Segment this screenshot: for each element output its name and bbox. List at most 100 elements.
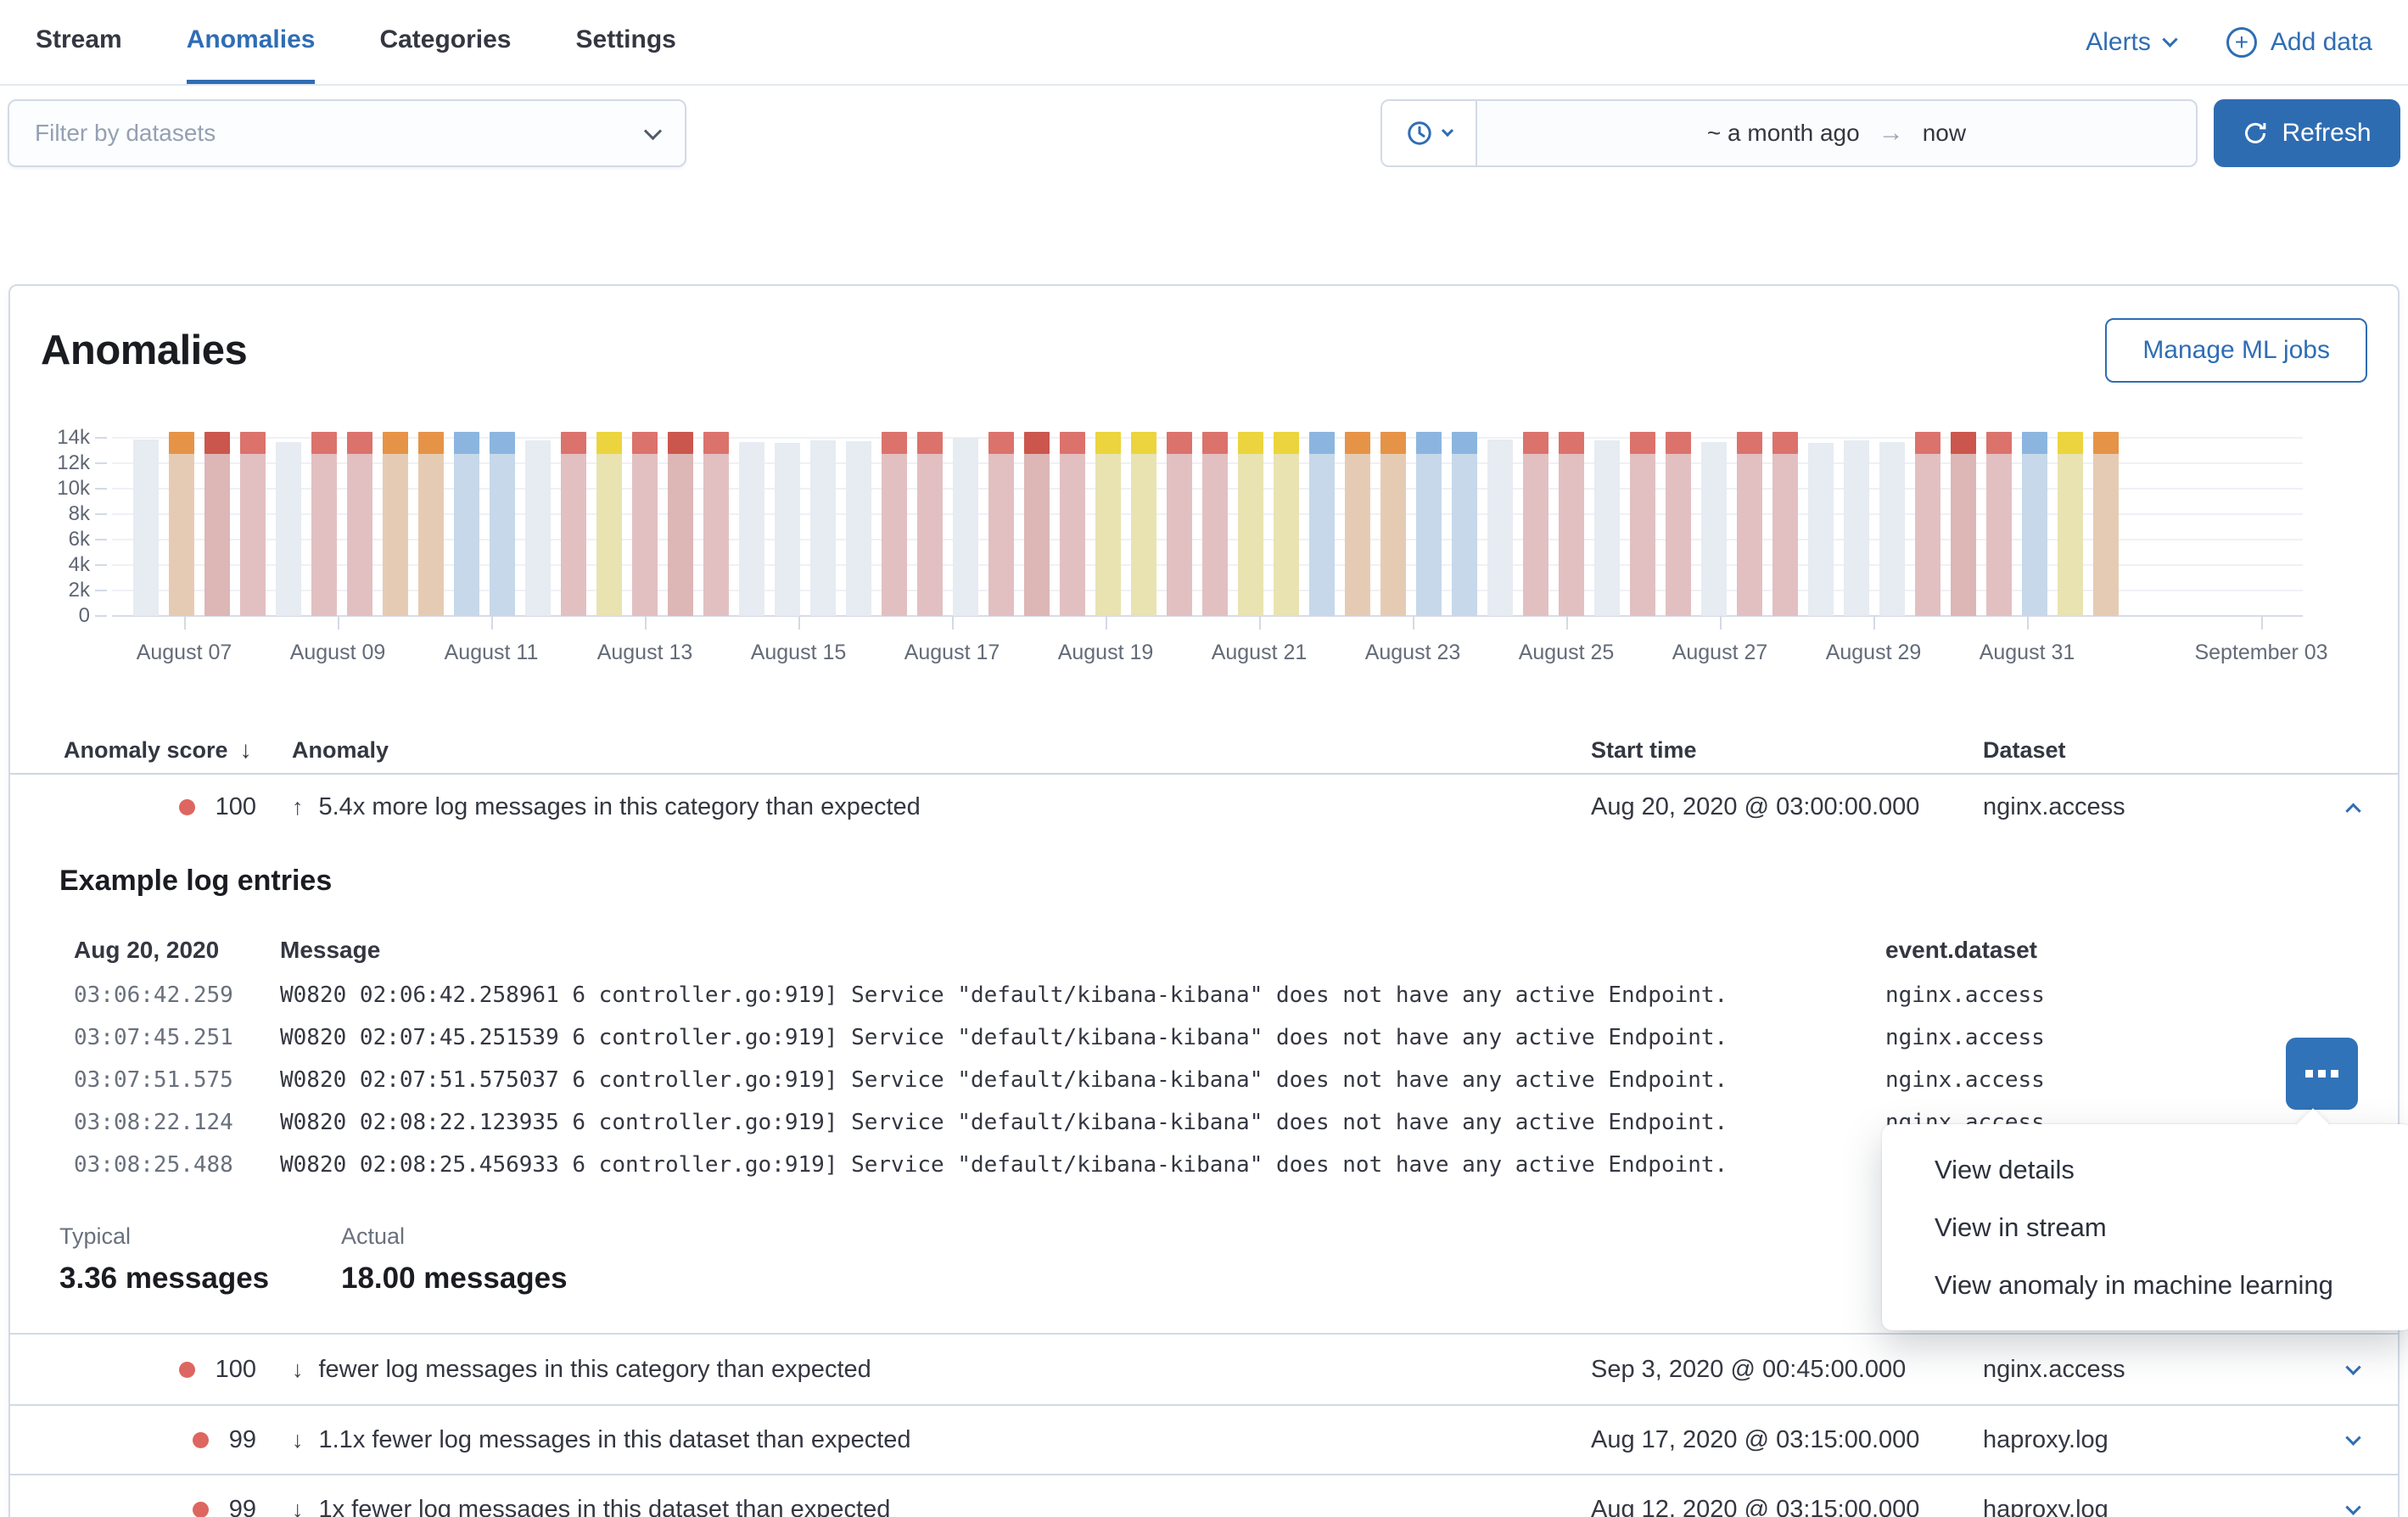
dataset-cell: haproxy.log	[1983, 1496, 2308, 1517]
start-time-cell: Sep 3, 2020 @ 00:45:00.000	[1591, 1356, 1983, 1384]
date-range-start[interactable]: ~ a month ago	[1707, 120, 1860, 147]
anomaly-cap	[1523, 432, 1548, 454]
add-data-button[interactable]: + Add data	[2226, 27, 2372, 58]
histogram-bar	[632, 440, 658, 616]
histogram-bar	[739, 442, 764, 617]
anomaly-cap	[561, 432, 586, 454]
anomaly-overlay	[169, 432, 194, 617]
anomaly-overlay	[1274, 432, 1299, 617]
dataset-filter-select[interactable]: Filter by datasets	[8, 99, 686, 167]
anomaly-overlay	[882, 432, 907, 617]
y-axis-tick	[95, 590, 107, 591]
anomaly-cap	[2058, 432, 2083, 454]
x-axis-tick	[1413, 616, 1414, 630]
severity-dot	[193, 1432, 209, 1448]
chevron-down-icon[interactable]	[2345, 1499, 2360, 1514]
histogram-bar	[953, 438, 978, 616]
histogram-bar	[133, 439, 159, 617]
actual-value: 18.00 messages	[341, 1262, 623, 1296]
histogram-bar	[1380, 440, 1406, 616]
tab-settings[interactable]: Settings	[576, 0, 676, 84]
histogram-bar	[1131, 440, 1156, 616]
expand-toggle-cell	[2308, 1435, 2398, 1446]
log-timestamp: 03:08:25.488	[74, 1152, 280, 1178]
menu-item-0[interactable]: View details	[1882, 1141, 2408, 1199]
anomaly-description-cell: ↓1x fewer log messages in this dataset t…	[270, 1496, 1591, 1517]
histogram-bar	[2093, 440, 2119, 616]
histogram-bar	[276, 442, 301, 617]
chevron-down-icon	[2162, 31, 2177, 47]
anomaly-overlay	[668, 432, 693, 617]
anomaly-overlay	[418, 432, 444, 617]
histogram-bar	[917, 440, 943, 616]
table-row-slot: 100↑5.4x more log messages in this categ…	[10, 775, 2398, 839]
histogram-bar	[1095, 440, 1121, 616]
anomaly-table-row[interactable]: 99↓1.1x fewer log messages in this datas…	[10, 1404, 2398, 1474]
anomaly-cap	[632, 432, 658, 454]
anomaly-table-row[interactable]: 99 ↓1x fewer log messages in this dataset…	[10, 1474, 2398, 1517]
start-time-cell: Aug 17, 2020 @ 03:15:00.000	[1591, 1426, 1983, 1454]
histogram-bar	[1915, 440, 1940, 616]
actions-context-menu: View detailsView in streamView anomaly i…	[1882, 1124, 2408, 1330]
chevron-down-icon[interactable]	[2345, 1430, 2360, 1445]
refresh-button[interactable]: Refresh	[2214, 99, 2400, 167]
alerts-dropdown[interactable]: Alerts	[2086, 28, 2176, 57]
date-range-end[interactable]: now	[1923, 120, 1966, 147]
tab-categories[interactable]: Categories	[379, 0, 511, 84]
anomaly-cap	[418, 432, 444, 454]
page-title: Anomalies	[41, 327, 247, 374]
typical-stat: Typical 3.36 messages	[59, 1223, 341, 1296]
anomaly-cap	[490, 432, 515, 454]
anomaly-cap	[703, 432, 729, 454]
date-range-display[interactable]: ~ a month ago → now	[1477, 101, 2196, 165]
anomaly-description: fewer log messages in this category than…	[319, 1356, 871, 1384]
expand-toggle-cell	[2308, 1504, 2398, 1515]
x-axis-label: August 17	[904, 641, 1000, 665]
anomaly-overlay	[1024, 432, 1050, 617]
anomaly-cap	[1559, 432, 1584, 454]
x-axis-tick	[1106, 616, 1107, 630]
anomaly-cap	[1060, 432, 1085, 454]
add-data-label: Add data	[2271, 28, 2372, 57]
y-axis-label: 8k	[31, 502, 90, 526]
anomaly-table-row[interactable]: 100↑5.4x more log messages in this categ…	[10, 775, 2398, 839]
log-message: W0820 02:08:22.123935 6 controller.go:91…	[280, 1110, 1885, 1135]
menu-item-2[interactable]: View anomaly in machine learning	[1882, 1257, 2408, 1314]
x-axis-label: August 27	[1672, 641, 1768, 665]
tab-anomalies[interactable]: Anomalies	[187, 0, 316, 84]
anomaly-overlay	[1915, 432, 1940, 617]
anomaly-cap	[1380, 432, 1406, 454]
anomaly-overlay	[1416, 432, 1442, 617]
histogram-bar	[988, 440, 1014, 616]
anomaly-overlay	[596, 432, 622, 617]
tab-stream[interactable]: Stream	[36, 0, 122, 84]
y-axis-label: 6k	[31, 528, 90, 551]
menu-item-1[interactable]: View in stream	[1882, 1199, 2408, 1257]
anomaly-table-row[interactable]: 100↓fewer log messages in this category …	[10, 1335, 2398, 1404]
x-axis-label: September 03	[2194, 641, 2327, 665]
arrow-down-icon: ↓	[292, 1357, 304, 1383]
y-axis-tick	[95, 513, 107, 515]
arrow-right-icon: →	[1879, 119, 1904, 148]
chevron-down-icon[interactable]	[2345, 1359, 2360, 1374]
anomaly-overlay	[1131, 432, 1156, 617]
chevron-up-icon[interactable]	[2345, 803, 2360, 818]
refresh-label: Refresh	[2282, 119, 2371, 148]
histogram-bar	[1808, 443, 1834, 616]
column-header-anomaly: Anomaly	[270, 737, 1591, 764]
histogram-bars	[133, 421, 2119, 616]
log-message: W0820 02:07:51.575037 6 controller.go:91…	[280, 1067, 1885, 1093]
nav-tabs: Stream Anomalies Categories Settings	[36, 0, 676, 84]
y-axis-label: 14k	[31, 426, 90, 450]
manage-ml-jobs-button[interactable]: Manage ML jobs	[2105, 318, 2367, 383]
column-header-anomaly-score[interactable]: Anomaly score ↓	[10, 736, 270, 764]
sort-descending-icon: ↓	[240, 736, 252, 764]
x-axis-tick	[1873, 616, 1875, 630]
y-axis-label: 2k	[31, 579, 90, 602]
anomaly-cap	[1951, 432, 1976, 454]
y-axis-tick	[95, 539, 107, 540]
histogram-bar	[1879, 442, 1905, 617]
log-entry-actions-button[interactable]	[2286, 1038, 2358, 1110]
quick-select-button[interactable]	[1382, 101, 1477, 165]
anomaly-score-value: 99	[229, 1496, 256, 1517]
